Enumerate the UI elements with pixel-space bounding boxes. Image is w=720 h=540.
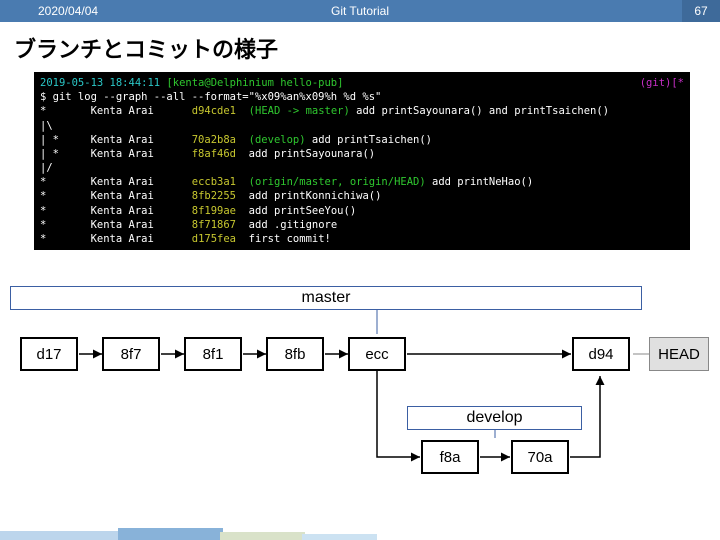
page-title: ブランチとコミットの様子 xyxy=(14,32,720,64)
commit-node: f8a xyxy=(421,440,479,474)
commit-graph: master d17 8f7 8f1 8fb ecc d94 HEAD deve… xyxy=(0,282,720,532)
commit-node: 8fb xyxy=(266,337,324,371)
slide-header: 2020/04/04 Git Tutorial 67 xyxy=(0,0,720,22)
term-row: |\ xyxy=(40,120,53,132)
term-cmd: $ git log --graph --all --format="%x09%a… xyxy=(40,91,381,103)
commit-node: d94 xyxy=(572,337,630,371)
term-time: 2019-05-13 18:44:11 xyxy=(40,77,166,89)
term-row: * Kenta Arai 8f199ae add printSeeYou() xyxy=(40,205,356,217)
term-ctx: [kenta@Delphinium hello-pub] xyxy=(166,77,343,89)
commit-node: d17 xyxy=(20,337,78,371)
header-page: 67 xyxy=(682,0,720,22)
term-row: | * Kenta Arai 70a2b8a (develop) add pri… xyxy=(40,134,432,146)
term-row: * Kenta Arai d175fea first commit! xyxy=(40,233,331,245)
term-row: * Kenta Arai 8fb2255 add printKonnichiwa… xyxy=(40,190,381,202)
branch-label-develop: develop xyxy=(407,406,582,430)
term-row: * Kenta Arai 8f71867 add .gitignore xyxy=(40,219,337,231)
header-date: 2020/04/04 xyxy=(38,4,98,18)
commit-node: 70a xyxy=(511,440,569,474)
commit-node: 8f1 xyxy=(184,337,242,371)
term-row: * Kenta Arai d94cde1 (HEAD -> master) ad… xyxy=(40,105,609,117)
term-row: | * Kenta Arai f8af46d add printSayounar… xyxy=(40,148,375,160)
term-row: |/ xyxy=(40,162,53,174)
header-title: Git Tutorial xyxy=(331,4,389,18)
commit-node: 8f7 xyxy=(102,337,160,371)
term-git-branch: (git)[* xyxy=(640,76,684,90)
branch-label-master: master xyxy=(10,286,642,310)
commit-node: ecc xyxy=(348,337,406,371)
term-row: * Kenta Arai eccb3a1 (origin/master, ori… xyxy=(40,176,533,188)
head-pointer: HEAD xyxy=(649,337,709,371)
graph-arrows xyxy=(0,282,720,532)
footer-decoration xyxy=(0,530,720,540)
terminal-output: 2019-05-13 18:44:11 [kenta@Delphinium he… xyxy=(34,72,690,250)
